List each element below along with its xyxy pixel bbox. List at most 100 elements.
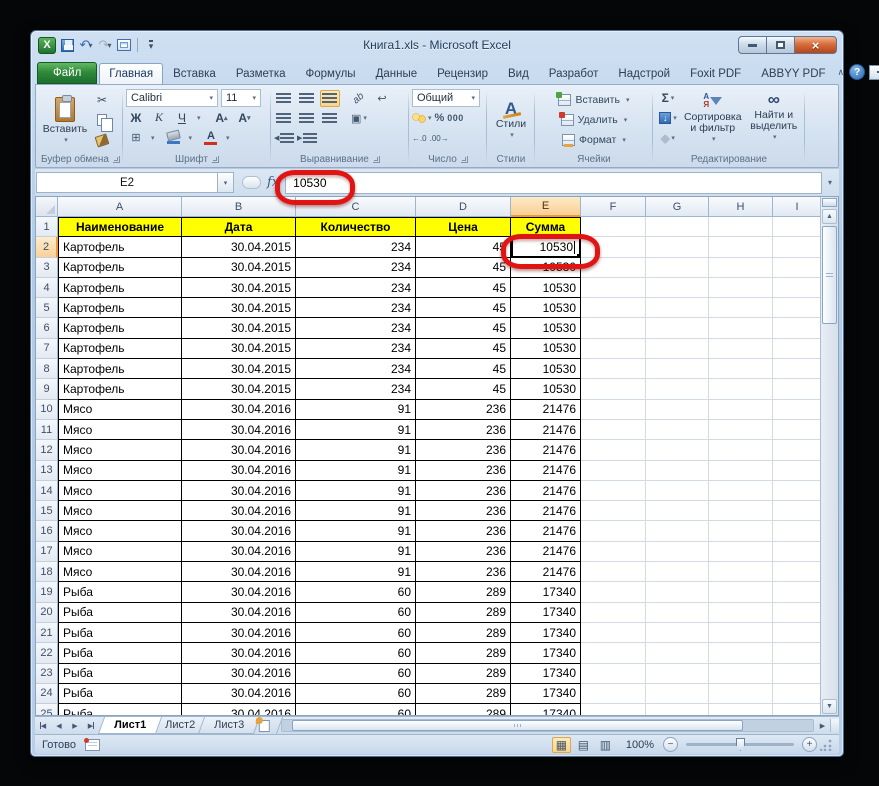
cell-H7[interactable] bbox=[709, 339, 773, 359]
row-header-17[interactable]: 17 bbox=[36, 542, 58, 562]
cell-G3[interactable] bbox=[646, 258, 709, 278]
cell-A25[interactable]: Рыба bbox=[58, 704, 182, 716]
insert-cells-button[interactable]: Вставить▾ bbox=[538, 92, 650, 109]
align-top-button[interactable] bbox=[274, 90, 294, 107]
cell-H11[interactable] bbox=[709, 420, 773, 440]
tab-view[interactable]: Вид bbox=[498, 63, 539, 84]
cell-C22[interactable]: 60 bbox=[296, 643, 416, 663]
view-page-layout-button[interactable]: ▤ bbox=[574, 737, 593, 753]
align-left-button[interactable] bbox=[274, 110, 294, 127]
cell-G19[interactable] bbox=[646, 582, 709, 602]
split-handle[interactable] bbox=[822, 198, 837, 207]
view-normal-button[interactable]: ▦ bbox=[552, 737, 571, 753]
cell-A5[interactable]: Картофель bbox=[58, 298, 182, 318]
cell-E23[interactable]: 17340 bbox=[511, 664, 581, 684]
cell-G7[interactable] bbox=[646, 339, 709, 359]
cell-H13[interactable] bbox=[709, 461, 773, 481]
cell-I18[interactable] bbox=[773, 562, 822, 582]
increase-decimal-button[interactable]: ←.0 bbox=[412, 134, 427, 143]
cell-H22[interactable] bbox=[709, 643, 773, 663]
print-preview-button[interactable] bbox=[116, 37, 132, 54]
row-header-21[interactable]: 21 bbox=[36, 623, 58, 643]
row-header-1[interactable]: 1 bbox=[36, 217, 58, 237]
cell-E9[interactable]: 10530 bbox=[511, 379, 581, 399]
delete-cells-button[interactable]: Удалить▾ bbox=[538, 112, 650, 129]
cell-G9[interactable] bbox=[646, 379, 709, 399]
cell-A4[interactable]: Картофель bbox=[58, 278, 182, 298]
cell-C17[interactable]: 91 bbox=[296, 542, 416, 562]
cell-B4[interactable]: 30.04.2015 bbox=[182, 278, 296, 298]
cell-B1[interactable]: Дата bbox=[182, 217, 296, 237]
cell-G22[interactable] bbox=[646, 643, 709, 663]
cell-C20[interactable]: 60 bbox=[296, 603, 416, 623]
dialog-launcher-icon[interactable] bbox=[373, 156, 380, 163]
cell-H3[interactable] bbox=[709, 258, 773, 278]
fill-color-dropdown-icon[interactable]: ▾ bbox=[188, 134, 192, 142]
row-header-14[interactable]: 14 bbox=[36, 481, 58, 501]
cell-F19[interactable] bbox=[581, 582, 646, 602]
column-header-I[interactable]: I bbox=[773, 197, 822, 217]
cell-B2[interactable]: 30.04.2015 bbox=[182, 237, 296, 257]
align-right-button[interactable] bbox=[320, 110, 340, 127]
row-header-7[interactable]: 7 bbox=[36, 339, 58, 359]
cell-E22[interactable]: 17340 bbox=[511, 643, 581, 663]
cell-D1[interactable]: Цена bbox=[416, 217, 511, 237]
cell-A23[interactable]: Рыба bbox=[58, 664, 182, 684]
column-header-D[interactable]: D bbox=[416, 197, 511, 217]
row-header-12[interactable]: 12 bbox=[36, 440, 58, 460]
cell-D13[interactable]: 236 bbox=[416, 461, 511, 481]
cell-I3[interactable] bbox=[773, 258, 822, 278]
cell-E10[interactable]: 21476 bbox=[511, 400, 581, 420]
save-button[interactable] bbox=[59, 37, 75, 54]
cell-E21[interactable]: 17340 bbox=[511, 623, 581, 643]
clear-button[interactable]: ◆▾ bbox=[656, 129, 680, 147]
cell-H14[interactable] bbox=[709, 481, 773, 501]
cell-G4[interactable] bbox=[646, 278, 709, 298]
cell-B21[interactable]: 30.04.2016 bbox=[182, 623, 296, 643]
cell-B9[interactable]: 30.04.2015 bbox=[182, 379, 296, 399]
align-middle-button[interactable] bbox=[297, 90, 317, 107]
cell-D19[interactable]: 289 bbox=[416, 582, 511, 602]
cell-D24[interactable]: 289 bbox=[416, 684, 511, 704]
cell-C12[interactable]: 91 bbox=[296, 440, 416, 460]
cell-I10[interactable] bbox=[773, 400, 822, 420]
comma-style-button[interactable]: 000 bbox=[447, 113, 464, 123]
cell-F12[interactable] bbox=[581, 440, 646, 460]
cell-C10[interactable]: 91 bbox=[296, 400, 416, 420]
cell-B3[interactable]: 30.04.2015 bbox=[182, 258, 296, 278]
cell-H24[interactable] bbox=[709, 684, 773, 704]
cell-D17[interactable]: 236 bbox=[416, 542, 511, 562]
row-header-11[interactable]: 11 bbox=[36, 420, 58, 440]
cell-E4[interactable]: 10530 bbox=[511, 278, 581, 298]
cell-D15[interactable]: 236 bbox=[416, 501, 511, 521]
row-header-6[interactable]: 6 bbox=[36, 318, 58, 338]
tab-review[interactable]: Рецензир bbox=[427, 63, 498, 84]
column-header-F[interactable]: F bbox=[581, 197, 646, 217]
cell-G16[interactable] bbox=[646, 521, 709, 541]
cell-C6[interactable]: 234 bbox=[296, 318, 416, 338]
minimize-button[interactable] bbox=[738, 36, 767, 54]
cell-F15[interactable] bbox=[581, 501, 646, 521]
cell-A13[interactable]: Мясо bbox=[58, 461, 182, 481]
row-header-5[interactable]: 5 bbox=[36, 298, 58, 318]
cell-G18[interactable] bbox=[646, 562, 709, 582]
cell-B6[interactable]: 30.04.2015 bbox=[182, 318, 296, 338]
cell-C4[interactable]: 234 bbox=[296, 278, 416, 298]
tab-developer[interactable]: Разработ bbox=[539, 63, 609, 84]
cell-B18[interactable]: 30.04.2016 bbox=[182, 562, 296, 582]
cell-D8[interactable]: 45 bbox=[416, 359, 511, 379]
cell-A22[interactable]: Рыба bbox=[58, 643, 182, 663]
undo-button[interactable]: ↶▾ bbox=[78, 37, 94, 54]
cell-A16[interactable]: Мясо bbox=[58, 521, 182, 541]
orientation-button[interactable]: ab bbox=[349, 90, 369, 107]
cell-F13[interactable] bbox=[581, 461, 646, 481]
cell-C11[interactable]: 91 bbox=[296, 420, 416, 440]
cell-D16[interactable]: 236 bbox=[416, 521, 511, 541]
cell-I14[interactable] bbox=[773, 481, 822, 501]
scroll-down-icon[interactable]: ▼ bbox=[822, 699, 837, 714]
cell-I16[interactable] bbox=[773, 521, 822, 541]
row-header-13[interactable]: 13 bbox=[36, 461, 58, 481]
column-header-B[interactable]: B bbox=[182, 197, 296, 217]
cell-C23[interactable]: 60 bbox=[296, 664, 416, 684]
row-header-2[interactable]: 2 bbox=[36, 237, 58, 257]
